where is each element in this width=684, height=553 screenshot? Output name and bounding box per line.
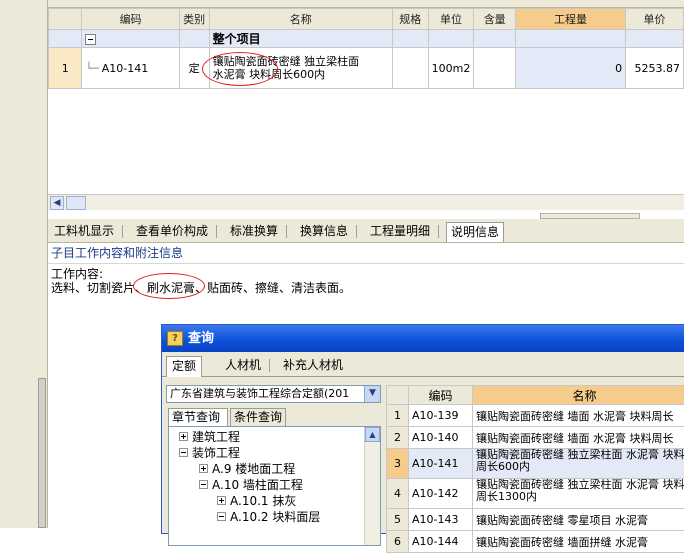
expand-icon[interactable] bbox=[179, 432, 188, 441]
collapse-icon[interactable] bbox=[179, 448, 188, 457]
tab-conversion-info[interactable]: 换算信息 bbox=[296, 222, 352, 242]
tree-scrollbar[interactable]: ▲ bbox=[364, 427, 380, 545]
detail-tabbar: 工料机显示 查看单价构成 标准换算 换算信息 工程量明细 说明信息 bbox=[48, 219, 684, 243]
dialog-tabbar: 定额 人材机 补充人材机 bbox=[162, 353, 684, 377]
query-dialog: ? 查询 定额 人材机 补充人材机 广东省建筑与装饰工程综合定额(201 ▼ 章… bbox=[161, 324, 684, 534]
tab-chapter-search[interactable]: 章节查询 bbox=[168, 408, 228, 426]
item-table: 编码 类别 名称 规格 单位 含量 工程量 单价 整个项目 1 └─A10-14… bbox=[48, 8, 684, 89]
tab-labor-material-machine[interactable]: 人材机 bbox=[220, 356, 266, 377]
col-spec[interactable]: 规格 bbox=[392, 9, 428, 30]
tab-unit-price[interactable]: 查看单价构成 bbox=[132, 222, 212, 242]
table-header: 编码 类别 名称 规格 单位 含量 工程量 单价 bbox=[49, 9, 684, 30]
result-grid: 编码 名称 1 A10-139 镶贴陶瓷面砖密缝 墙面 水泥膏 块料周长 2 A… bbox=[386, 385, 684, 535]
tab-condition-search[interactable]: 条件查询 bbox=[230, 408, 286, 426]
dialog-title: 查询 bbox=[188, 331, 214, 346]
table-row[interactable]: 6 A10-144 镶贴陶瓷面砖密缝 墙面拼缝 水泥膏 bbox=[387, 531, 684, 553]
table-row[interactable]: 5 A10-143 镶贴陶瓷面砖密缝 零星项目 水泥膏 bbox=[387, 509, 684, 531]
tab-description[interactable]: 说明信息 bbox=[446, 222, 504, 242]
table-row[interactable]: 2 A10-140 镶贴陶瓷面砖密缝 墙面 水泥膏 块料周长 bbox=[387, 427, 684, 449]
expand-icon[interactable] bbox=[199, 464, 208, 473]
section-title: 子目工作内容和附注信息 bbox=[48, 244, 684, 264]
left-scrollbar[interactable] bbox=[38, 378, 46, 528]
col-unit[interactable]: 单位 bbox=[428, 9, 474, 30]
row-code[interactable]: └─A10-141 bbox=[82, 48, 179, 89]
col-rownum bbox=[49, 9, 82, 30]
row-spec[interactable] bbox=[392, 48, 428, 89]
col-quantity[interactable]: 工程量 bbox=[516, 9, 626, 30]
col-code[interactable]: 编码 bbox=[82, 9, 179, 30]
annotation-circle-desc bbox=[133, 273, 205, 299]
scroll-left-icon[interactable]: ◀ bbox=[50, 196, 64, 210]
tree-node[interactable]: A.10.1 抹灰 bbox=[217, 493, 296, 509]
row-content[interactable] bbox=[474, 48, 516, 89]
col-content[interactable]: 含量 bbox=[474, 9, 516, 30]
table-row[interactable]: 4 A10-142 镶贴陶瓷面砖密缝 独立梁柱面 水泥膏 块料周长1300内 bbox=[387, 479, 684, 509]
annotation-circle-grid bbox=[202, 52, 278, 86]
horizontal-scrollbar[interactable]: ◀ bbox=[48, 194, 684, 210]
collapse-icon[interactable] bbox=[85, 34, 96, 45]
row-quantity[interactable]: 0 bbox=[516, 48, 626, 89]
collapse-icon[interactable] bbox=[217, 512, 226, 521]
chevron-down-icon[interactable]: ▼ bbox=[364, 386, 380, 402]
result-col-code[interactable]: 编码 bbox=[409, 386, 473, 405]
left-panel bbox=[0, 0, 48, 528]
table-row[interactable]: 1 └─A10-141 定 镶贴陶瓷面砖密缝 独立梁柱面 水泥膏 块料周长600… bbox=[49, 48, 684, 89]
tab-supplementary[interactable]: 补充人材机 bbox=[278, 356, 348, 377]
group-label: 整个项目 bbox=[209, 30, 392, 48]
expand-icon[interactable] bbox=[217, 496, 226, 505]
tree-node[interactable]: A.10.2 块料面层 bbox=[217, 509, 320, 525]
tab-standard-conversion[interactable]: 标准换算 bbox=[226, 222, 282, 242]
query-icon: ? bbox=[167, 331, 183, 346]
tree-node[interactable]: 装饰工程 bbox=[179, 445, 240, 461]
row-price[interactable]: 5253.87 bbox=[626, 48, 684, 89]
result-header: 编码 名称 bbox=[387, 386, 684, 405]
chapter-tree: 建筑工程 装饰工程 A.9 楼地面工程 A.10 墙柱面工程 A.10.1 抹灰… bbox=[168, 426, 381, 546]
tree-node[interactable]: A.10 墙柱面工程 bbox=[199, 477, 303, 493]
dialog-titlebar[interactable]: ? 查询 bbox=[162, 325, 684, 352]
group-row[interactable]: 整个项目 bbox=[49, 30, 684, 48]
quota-library-select[interactable]: 广东省建筑与装饰工程综合定额(201 ▼ bbox=[166, 385, 381, 403]
tree-node[interactable]: A.9 楼地面工程 bbox=[199, 461, 295, 477]
tab-quantity-detail[interactable]: 工程量明细 bbox=[366, 222, 434, 242]
tab-labor-material[interactable]: 工料机显示 bbox=[50, 222, 118, 242]
result-col-name[interactable]: 名称 bbox=[473, 386, 684, 405]
item-grid: 编码 类别 名称 规格 单位 含量 工程量 单价 整个项目 1 └─A10-14… bbox=[48, 8, 684, 194]
row-number: 1 bbox=[49, 48, 82, 89]
row-unit[interactable]: 100m2 bbox=[428, 48, 474, 89]
collapse-icon[interactable] bbox=[199, 480, 208, 489]
col-price[interactable]: 单价 bbox=[626, 9, 684, 30]
table-row[interactable]: 1 A10-139 镶贴陶瓷面砖密缝 墙面 水泥膏 块料周长 bbox=[387, 405, 684, 427]
tree-node[interactable]: 建筑工程 bbox=[179, 429, 240, 445]
table-row-selected[interactable]: 3 A10-141 镶贴陶瓷面砖密缝 独立梁柱面 水泥膏 块料周长600内 bbox=[387, 449, 684, 479]
scroll-thumb[interactable] bbox=[66, 196, 86, 210]
scroll-up-icon[interactable]: ▲ bbox=[365, 427, 380, 442]
tab-quota[interactable]: 定额 bbox=[166, 356, 202, 377]
col-name[interactable]: 名称 bbox=[209, 9, 392, 30]
top-toolbar bbox=[0, 0, 684, 8]
col-type[interactable]: 类别 bbox=[179, 9, 209, 30]
